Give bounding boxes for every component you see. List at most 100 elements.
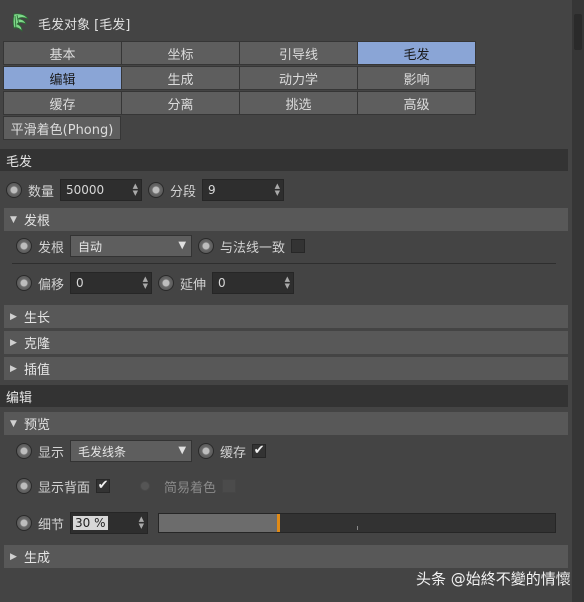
tab-guides[interactable]: 引导线 — [239, 41, 358, 65]
offset-animate-radio[interactable] — [16, 275, 32, 291]
root-dropdown[interactable]: 自动 ▼ — [70, 235, 193, 257]
root-value: 自动 — [78, 239, 103, 254]
display-animate-radio[interactable] — [16, 443, 32, 459]
attribute-manager-panel: 毛发对象 [毛发] 基本 坐标 引导线 毛发 编辑 生成 动力学 影响 缓存 分… — [0, 0, 572, 602]
spinner-arrows-icon[interactable]: ▲ ▼ — [285, 276, 290, 290]
simple-shading-label: 简易着色 — [164, 480, 217, 496]
expanded-arrow-icon: ▼ — [10, 214, 17, 225]
cache-checkbox[interactable]: ✔ — [252, 443, 267, 458]
extend-label: 延伸 — [180, 277, 207, 293]
detail-slider-handle[interactable] — [277, 514, 280, 532]
tab-basic[interactable]: 基本 — [3, 41, 122, 65]
detail-input[interactable]: 30 % ▲ ▼ — [70, 512, 149, 534]
tab-coordinates[interactable]: 坐标 — [121, 41, 240, 65]
group-root-label: 发根 — [24, 214, 51, 229]
backface-checkbox[interactable]: ✔ — [96, 478, 111, 493]
count-row: 数量 50000 ▲ ▼ 分段 9 ▲ ▼ — [6, 177, 285, 203]
segments-input[interactable]: 9 ▲ ▼ — [202, 179, 285, 201]
segments-animate-radio[interactable] — [148, 182, 165, 198]
tab-phong-shading[interactable]: 平滑着色(Phong) — [3, 116, 121, 140]
tab-edit[interactable]: 编辑 — [3, 66, 122, 90]
hair-object-icon — [12, 13, 29, 32]
offset-label: 偏移 — [38, 277, 65, 293]
root-label: 发根 — [38, 240, 65, 256]
extend-value: 0 — [218, 276, 226, 290]
group-root[interactable]: ▼ 发根 — [4, 208, 568, 231]
count-label: 数量 — [28, 184, 55, 200]
extend-animate-radio[interactable] — [158, 275, 175, 291]
tab-hair[interactable]: 毛发 — [357, 41, 476, 65]
count-input[interactable]: 50000 ▲ ▼ — [60, 179, 143, 201]
simple-shading-checkbox — [222, 479, 237, 493]
segments-value: 9 — [208, 183, 216, 197]
spinner-arrows-icon[interactable]: ▲ ▼ — [139, 516, 144, 530]
display-dropdown[interactable]: 毛发线条 ▼ — [70, 440, 193, 462]
root-mode-row: 发根 自动 ▼ 与法线一致 — [16, 233, 306, 259]
dropdown-arrow-icon: ▼ — [178, 240, 187, 251]
object-title-bar: 毛发对象 [毛发] — [0, 8, 572, 38]
scrollbar-thumb[interactable] — [574, 14, 582, 50]
segments-label: 分段 — [170, 184, 197, 200]
offset-value: 0 — [76, 276, 84, 290]
backface-row: 显示背面 ✔ 简易着色 — [16, 473, 237, 499]
detail-value: 30 % — [73, 516, 108, 530]
group-growth[interactable]: ▶ 生长 — [4, 305, 568, 328]
tab-dynamics[interactable]: 动力学 — [239, 66, 358, 90]
display-row: 显示 毛发线条 ▼ 缓存 ✔ — [16, 438, 267, 464]
collapsed-arrow-icon: ▶ — [10, 551, 17, 562]
collapsed-arrow-icon: ▶ — [10, 337, 17, 348]
backface-animate-radio[interactable] — [16, 478, 32, 494]
watermark: 头条 @始終不變的情懷 — [416, 570, 571, 588]
root-animate-radio[interactable] — [16, 238, 32, 254]
expanded-arrow-icon: ▼ — [10, 418, 17, 429]
detail-slider[interactable] — [158, 513, 556, 533]
group-interpolation[interactable]: ▶ 插值 — [4, 357, 568, 380]
group-generate-label: 生成 — [24, 551, 51, 566]
tab-influence[interactable]: 影响 — [357, 66, 476, 90]
group-clone-label: 克隆 — [24, 337, 51, 352]
group-interpolation-label: 插值 — [24, 363, 51, 378]
offset-row: 偏移 0 ▲ ▼ 延伸 0 ▲ ▼ — [16, 270, 295, 296]
section-hair-label: 毛发 — [6, 154, 33, 170]
display-value: 毛发线条 — [78, 444, 127, 459]
checkmark-icon: ✔ — [97, 478, 109, 493]
detail-slider-fill — [159, 514, 278, 532]
tab-separation[interactable]: 分离 — [121, 91, 240, 115]
tab-generate[interactable]: 生成 — [121, 66, 240, 90]
count-animate-radio[interactable] — [6, 182, 22, 198]
section-edit: 编辑 — [0, 385, 568, 407]
group-preview-label: 预览 — [24, 418, 51, 433]
dropdown-arrow-icon: ▼ — [178, 445, 187, 456]
section-edit-label: 编辑 — [6, 390, 33, 406]
group-generate[interactable]: ▶ 生成 — [4, 545, 568, 568]
cache-animate-radio[interactable] — [198, 443, 215, 459]
spinner-arrows-icon[interactable]: ▲ ▼ — [143, 276, 148, 290]
section-hair: 毛发 — [0, 149, 568, 171]
tab-cache[interactable]: 缓存 — [3, 91, 122, 115]
align-normal-animate-radio[interactable] — [198, 238, 215, 254]
detail-animate-radio[interactable] — [16, 515, 32, 531]
detail-row: 细节 30 % ▲ ▼ — [16, 510, 149, 536]
checkmark-icon: ✔ — [253, 443, 265, 458]
object-title: 毛发对象 [毛发] — [38, 17, 131, 33]
divider — [12, 263, 556, 264]
group-growth-label: 生长 — [24, 311, 51, 326]
offset-input[interactable]: 0 ▲ ▼ — [70, 272, 153, 294]
tab-selection[interactable]: 挑选 — [239, 91, 358, 115]
align-normal-label: 与法线一致 — [220, 240, 286, 256]
detail-slider-tick — [357, 526, 358, 530]
count-value: 50000 — [66, 183, 105, 197]
extend-input[interactable]: 0 ▲ ▼ — [212, 272, 295, 294]
group-preview[interactable]: ▼ 预览 — [4, 412, 568, 435]
vertical-scrollbar[interactable] — [572, 0, 584, 602]
spinner-arrows-icon[interactable]: ▲ ▼ — [275, 183, 280, 197]
group-clone[interactable]: ▶ 克隆 — [4, 331, 568, 354]
tab-advanced[interactable]: 高级 — [357, 91, 476, 115]
spinner-arrows-icon[interactable]: ▲ ▼ — [133, 183, 138, 197]
collapsed-arrow-icon: ▶ — [10, 311, 17, 322]
align-normal-checkbox[interactable] — [291, 239, 306, 253]
collapsed-arrow-icon: ▶ — [10, 363, 17, 374]
simple-shading-animate-radio — [140, 481, 151, 491]
display-label: 显示 — [38, 445, 65, 461]
backface-label: 显示背面 — [38, 480, 91, 496]
